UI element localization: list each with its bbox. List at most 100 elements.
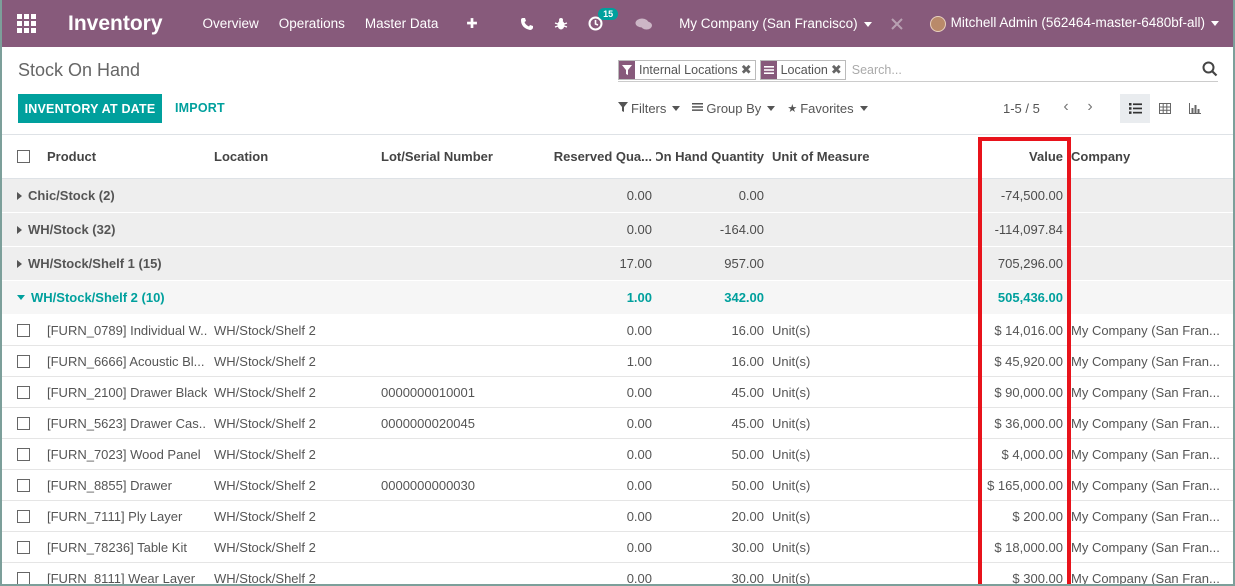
cell-onhand: 16.00	[731, 322, 764, 338]
cell-lot-serial	[381, 439, 541, 469]
menu-master-data[interactable]: Master Data	[365, 16, 439, 31]
main-menu: Overview Operations Master Data ✚	[203, 16, 498, 32]
cell-company: My Company (San Fran...	[1071, 415, 1220, 431]
graph-view-icon[interactable]	[1180, 94, 1210, 123]
caret-right-icon	[17, 191, 22, 200]
activity-clock-icon[interactable]: 15	[588, 8, 619, 31]
column-reserved-quantity[interactable]: Reserved Qua...	[548, 135, 652, 178]
caret-down-icon	[17, 295, 25, 300]
facet-location-groupby: Location ✖	[759, 59, 846, 80]
tools-icon[interactable]	[890, 17, 904, 31]
cell-location: WH/Stock/Shelf 2	[214, 539, 316, 555]
cell-location: WH/Stock/Shelf 2	[214, 477, 316, 493]
row-checkbox[interactable]	[17, 346, 37, 376]
cell-product: [FURN_78236] Table Kit	[47, 539, 187, 555]
cell-product: [FURN_5623] Drawer Cas...	[47, 415, 207, 431]
row-checkbox[interactable]	[17, 563, 37, 586]
caret-down-icon	[1211, 21, 1219, 27]
pivot-view-icon[interactable]	[1150, 94, 1180, 123]
user-menu[interactable]: Mitchell Admin (562464-master-6480bf-all…	[929, 15, 1219, 32]
inventory-at-date-button[interactable]: INVENTORY AT DATE	[18, 94, 162, 123]
cell-onhand: 45.00	[731, 415, 764, 431]
cell-reserved: 0.00	[626, 384, 652, 400]
column-product[interactable]: Product	[47, 135, 207, 178]
group-onhand: 0.00	[738, 188, 764, 203]
cell-company: My Company (San Fran...	[1071, 353, 1220, 369]
cell-uom: Unit(s)	[772, 415, 811, 431]
cell-lot-serial: 0000000020045	[381, 415, 475, 431]
row-checkbox[interactable]	[17, 408, 37, 438]
cell-uom: Unit(s)	[772, 322, 811, 338]
cell-reserved: 0.00	[626, 322, 652, 338]
cell-company: My Company (San Fran...	[1071, 384, 1220, 400]
phone-icon[interactable]	[520, 17, 534, 31]
filters-dropdown[interactable]: Filters	[618, 101, 681, 116]
remove-facet-icon[interactable]: ✖	[831, 62, 845, 78]
row-checkbox[interactable]	[17, 470, 37, 500]
cell-lot-serial	[381, 563, 541, 586]
search-icon[interactable]	[1202, 61, 1218, 77]
apps-grid-icon	[16, 14, 36, 33]
menu-overview[interactable]: Overview	[203, 16, 259, 31]
import-button[interactable]: IMPORT	[175, 101, 225, 115]
bars-icon	[692, 102, 704, 115]
app-brand[interactable]: Inventory	[68, 12, 163, 36]
cell-reserved: 0.00	[626, 446, 652, 462]
row-checkbox[interactable]	[17, 439, 37, 469]
cell-company: My Company (San Fran...	[1071, 477, 1220, 493]
column-unit-of-measure[interactable]: Unit of Measure	[772, 135, 922, 178]
list-view-icon[interactable]	[1120, 94, 1150, 123]
page-title: Stock On Hand	[18, 60, 141, 80]
column-on-hand-quantity[interactable]: On Hand Quantity	[656, 135, 764, 178]
cell-company: My Company (San Fran...	[1071, 539, 1220, 555]
pager-next-icon[interactable]: ›	[1078, 98, 1102, 116]
cell-product: [FURN_6666] Acoustic Bl...	[47, 353, 205, 369]
group-label: WH/Stock/Shelf 1 (15)	[28, 256, 162, 271]
caret-right-icon	[17, 259, 22, 268]
group-onhand: -164.00	[719, 222, 764, 237]
cell-uom: Unit(s)	[772, 353, 811, 369]
search-options: Filters Group By ★ Favorites	[618, 101, 880, 116]
select-all-checkbox[interactable]	[17, 135, 37, 178]
cell-location: WH/Stock/Shelf 2	[214, 446, 316, 462]
search-input[interactable]: Search...	[852, 63, 902, 77]
pager-value[interactable]: 1-5 / 5	[1003, 101, 1040, 116]
favorites-dropdown[interactable]: ★ Favorites	[787, 101, 868, 116]
row-checkbox[interactable]	[17, 501, 37, 531]
app-menu-button[interactable]	[0, 0, 52, 47]
chat-bubbles-icon[interactable]	[635, 17, 653, 31]
cell-location: WH/Stock/Shelf 2	[214, 508, 316, 524]
cell-onhand: 45.00	[731, 384, 764, 400]
company-switcher[interactable]: My Company (San Francisco)	[679, 16, 872, 31]
cell-product: [FURN_8111] Wear Layer	[47, 570, 196, 586]
cell-location: WH/Stock/Shelf 2	[214, 415, 316, 431]
facet-internal-locations: Internal Locations ✖	[618, 59, 756, 80]
bug-icon[interactable]	[554, 17, 568, 31]
cell-reserved: 1.00	[626, 353, 652, 369]
group-reserved: 0.00	[626, 188, 652, 203]
row-checkbox[interactable]	[17, 532, 37, 562]
column-location[interactable]: Location	[214, 135, 374, 178]
cell-company: My Company (San Fran...	[1071, 570, 1220, 586]
groupby-dropdown[interactable]: Group By	[692, 101, 776, 116]
group-onhand: 342.00	[724, 290, 764, 305]
pager-previous-icon[interactable]: ‹	[1054, 98, 1078, 116]
company-name: My Company (San Francisco)	[679, 16, 858, 31]
cell-lot-serial: 0000000000030	[381, 477, 475, 493]
caret-down-icon	[672, 106, 681, 111]
cell-onhand: 30.00	[731, 539, 764, 555]
column-lot-serial[interactable]: Lot/Serial Number	[381, 135, 541, 178]
row-checkbox[interactable]	[17, 377, 37, 407]
top-navbar: Inventory Overview Operations Master Dat…	[0, 0, 1235, 47]
column-company[interactable]: Company	[1071, 135, 1221, 178]
cell-location: WH/Stock/Shelf 2	[214, 322, 316, 338]
favorites-label: Favorites	[800, 101, 854, 116]
plus-icon[interactable]: ✚	[466, 16, 477, 32]
remove-facet-icon[interactable]: ✖	[741, 62, 755, 78]
menu-operations[interactable]: Operations	[279, 16, 345, 31]
caret-down-icon	[767, 106, 776, 111]
row-checkbox[interactable]	[17, 315, 37, 345]
cell-product: [FURN_8855] Drawer	[47, 477, 172, 493]
view-switcher	[1120, 94, 1210, 123]
cell-uom: Unit(s)	[772, 384, 811, 400]
